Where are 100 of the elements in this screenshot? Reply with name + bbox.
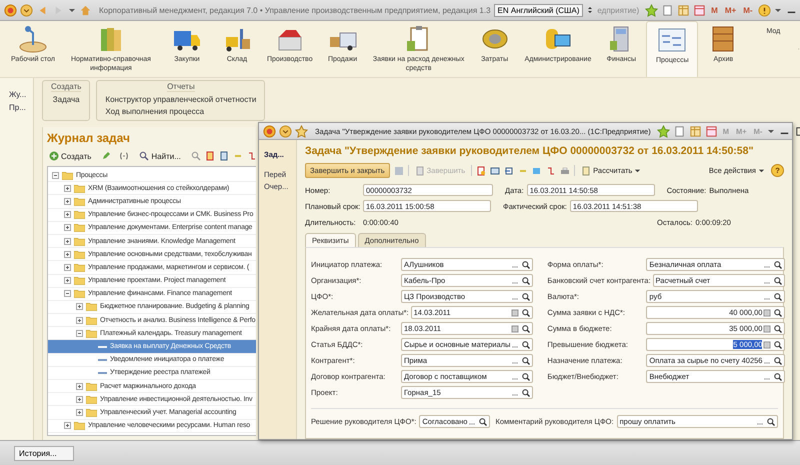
group-title: Отчеты — [167, 82, 195, 92]
document-icon[interactable] — [218, 151, 229, 161]
window-title-fragment: едприятие) — [597, 6, 640, 14]
calendar-icon[interactable] — [693, 4, 706, 16]
expand-icon[interactable] — [76, 396, 83, 403]
document-icon[interactable] — [661, 4, 674, 16]
dropdown-icon[interactable] — [20, 4, 33, 16]
info-icon[interactable] — [758, 4, 771, 16]
search-icon — [139, 151, 150, 161]
app-logo-icon[interactable] — [263, 124, 276, 138]
printer-icon[interactable] — [560, 166, 570, 176]
document-icon[interactable] — [672, 124, 686, 138]
folder-icon — [86, 382, 97, 391]
folder-icon — [74, 250, 85, 259]
form-title: Задача "Утверждение заявки руководителем ЦФО 00000003732 от 16.03.2011 14:50:58" — [305, 144, 754, 158]
search-icon[interactable] — [773, 292, 784, 302]
search-icon[interactable] — [773, 340, 784, 350]
search-icon[interactable] — [521, 388, 532, 398]
collapse-icon[interactable] — [64, 290, 71, 298]
search-icon[interactable] — [521, 292, 532, 302]
search-icon[interactable] — [521, 372, 532, 382]
window-title: Корпоративный менеджмент, редакция 7.0 • Управление производственным предприятием, редакция 1.3 — [99, 6, 491, 14]
find-button[interactable]: Найти... — [137, 150, 183, 162]
document-icon — [414, 166, 425, 176]
navigation-link[interactable]: Пр... — [9, 103, 33, 112]
hierarchy-icon[interactable] — [546, 166, 556, 176]
folder-icon — [74, 276, 85, 286]
search-icon[interactable] — [521, 276, 532, 286]
folder-icon — [74, 223, 85, 232]
star-icon[interactable] — [645, 4, 658, 16]
search-icon[interactable] — [773, 308, 784, 318]
folder-icon — [74, 196, 85, 206]
caret-icon[interactable] — [68, 6, 76, 14]
calculator-icon — [581, 166, 592, 176]
caret-icon[interactable] — [767, 127, 776, 135]
expand-icon[interactable] — [76, 316, 83, 324]
search-icon[interactable] — [521, 324, 532, 334]
folder-icon — [74, 262, 85, 272]
expand-icon[interactable] — [64, 264, 71, 271]
command-link[interactable]: Задача — [52, 95, 80, 104]
document-icon[interactable] — [476, 166, 486, 176]
expand-icon[interactable] — [76, 303, 83, 310]
folder-icon — [74, 210, 85, 220]
star-icon[interactable] — [656, 124, 670, 138]
star-icon[interactable] — [295, 124, 308, 138]
search-icon[interactable] — [521, 260, 532, 270]
command-link[interactable]: Ход выполнения процесса — [105, 107, 204, 116]
plus-icon — [49, 151, 59, 161]
caret-icon — [634, 167, 642, 174]
expand-icon[interactable] — [64, 198, 71, 205]
expand-icon[interactable] — [64, 211, 71, 218]
search-icon[interactable] — [521, 340, 532, 350]
search-icon[interactable] — [478, 416, 488, 426]
search-icon[interactable] — [521, 308, 532, 318]
search-icon[interactable] — [773, 356, 784, 366]
group-title: Создать — [51, 82, 82, 92]
expand-icon[interactable] — [64, 238, 71, 245]
collapse-icon[interactable] — [76, 330, 83, 337]
command-link[interactable]: Конструктор управленческой отчетности — [105, 95, 256, 104]
import-icon[interactable] — [504, 166, 514, 176]
folder-icon — [74, 421, 85, 430]
spin-arrows-icon[interactable] — [586, 6, 594, 14]
table-icon[interactable] — [490, 166, 500, 176]
expand-icon[interactable] — [64, 184, 71, 192]
expand-icon[interactable] — [64, 224, 71, 232]
panel-title: Журнал задач — [47, 131, 132, 145]
folder-icon — [86, 408, 97, 417]
folder-icon — [86, 316, 97, 325]
folder-icon — [86, 394, 97, 404]
app-logo-icon[interactable] — [4, 4, 17, 16]
pencil-icon[interactable] — [101, 151, 112, 161]
folder-icon — [74, 236, 85, 246]
expand-icon[interactable] — [64, 250, 71, 258]
navigation-link[interactable]: Жу... — [9, 90, 33, 99]
search-icon[interactable] — [773, 324, 784, 334]
search-icon[interactable] — [773, 260, 784, 270]
caret-icon[interactable] — [774, 6, 782, 14]
folder-icon — [74, 184, 85, 193]
folder-icon — [86, 302, 97, 312]
brackets-icon[interactable] — [119, 151, 130, 161]
search-icon[interactable] — [773, 276, 784, 286]
folder-icon — [62, 170, 73, 180]
document-icon[interactable] — [204, 151, 215, 161]
folder-icon — [74, 289, 85, 298]
collapse-icon[interactable] — [52, 172, 59, 179]
folder-icon — [86, 328, 97, 338]
expand-icon[interactable] — [64, 277, 71, 284]
search-icon[interactable] — [773, 372, 784, 382]
hierarchy-icon[interactable] — [246, 151, 257, 161]
desk-lamp-icon — [18, 25, 48, 53]
search-icon[interactable] — [766, 416, 776, 426]
calendar-icon[interactable] — [704, 124, 718, 138]
dropdown-icon[interactable] — [279, 124, 292, 138]
create-button[interactable]: Создать — [47, 150, 94, 162]
expand-icon[interactable] — [76, 382, 83, 390]
expand-icon[interactable] — [76, 408, 83, 416]
language-indicator[interactable]: EN Английский (США) — [494, 4, 584, 16]
search-icon[interactable] — [521, 356, 532, 366]
expand-icon[interactable] — [64, 422, 71, 430]
history-button[interactable]: История... — [14, 446, 74, 460]
